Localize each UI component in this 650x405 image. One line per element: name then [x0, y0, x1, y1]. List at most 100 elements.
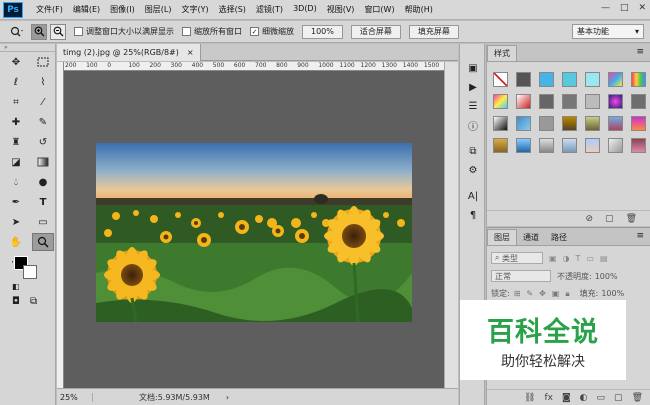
adjustment-icon[interactable]: ◐ — [580, 393, 588, 403]
background-color-swatch[interactable] — [23, 265, 37, 279]
properties-panel-icon[interactable]: ☰ — [464, 98, 482, 114]
style-swatch[interactable] — [631, 138, 646, 153]
menu-window[interactable]: 窗口(W) — [359, 4, 399, 15]
style-swatch[interactable] — [608, 94, 623, 109]
zoom-in-icon[interactable] — [31, 23, 47, 40]
layer-filter-icons[interactable]: ▣◑T▭▤ — [549, 254, 614, 263]
style-swatch[interactable] — [516, 116, 531, 131]
menu-3d[interactable]: 3D(D) — [288, 4, 322, 15]
vertical-scrollbar[interactable] — [444, 62, 458, 388]
menu-help[interactable]: 帮助(H) — [400, 4, 438, 15]
link-layers-icon[interactable]: ⛓ — [524, 393, 535, 403]
new-style-icon[interactable]: ▢ — [605, 214, 614, 224]
crop-tool-icon[interactable]: ⌗ — [5, 93, 27, 111]
lock-icons[interactable]: ⊞✎✥▣🔒︎ — [514, 289, 576, 299]
style-swatch[interactable] — [493, 138, 508, 153]
gradient-tool-icon[interactable] — [32, 153, 54, 171]
checkbox-box[interactable] — [74, 27, 83, 36]
clone-stamp-tool-icon[interactable]: ♜ — [5, 133, 27, 151]
quick-select-tool-icon[interactable]: ⌇ — [32, 73, 54, 91]
zoom-level[interactable]: 25% — [57, 392, 93, 402]
style-swatch[interactable] — [539, 94, 554, 109]
toolbar-grip-icon[interactable]: » — [0, 44, 55, 52]
history-brush-tool-icon[interactable]: ↺ — [32, 133, 54, 151]
menu-view[interactable]: 视图(V) — [322, 4, 360, 15]
style-swatch[interactable] — [608, 72, 623, 87]
dodge-tool-icon[interactable]: ● — [32, 173, 54, 191]
type-tool-icon[interactable]: T — [32, 193, 54, 211]
style-swatch[interactable] — [539, 138, 554, 153]
healing-brush-tool-icon[interactable]: ✚ — [5, 113, 27, 131]
menu-image[interactable]: 图像(I) — [105, 4, 140, 15]
menu-filter[interactable]: 滤镜(T) — [251, 4, 288, 15]
marquee-tool-icon[interactable] — [32, 53, 54, 71]
paths-panel-icon[interactable]: ⚙ — [464, 162, 482, 178]
resize-windows-checkbox[interactable]: 调整窗口大小以满屏显示 — [74, 26, 174, 37]
info-panel-icon[interactable]: ⓘ — [464, 117, 482, 133]
close-button[interactable]: ✕ — [638, 3, 646, 13]
close-tab-icon[interactable]: × — [187, 48, 194, 57]
style-swatch[interactable] — [631, 94, 646, 109]
style-swatch[interactable] — [516, 138, 531, 153]
history-panel-icon[interactable]: ▣ — [464, 60, 482, 76]
maximize-button[interactable]: □ — [620, 3, 629, 13]
blend-mode-select[interactable]: 正常 — [491, 270, 551, 282]
opacity-value[interactable]: 100% — [595, 272, 618, 281]
menu-select[interactable]: 选择(S) — [214, 4, 251, 15]
panel-menu-icon[interactable]: ≡ — [636, 47, 644, 57]
style-swatch[interactable] — [562, 116, 577, 131]
fx-icon[interactable]: fx — [544, 393, 553, 403]
character-panel-icon[interactable]: A| — [464, 188, 482, 204]
zoom-100-button[interactable]: 100% — [302, 24, 343, 39]
tab-styles[interactable]: 样式 — [487, 45, 517, 61]
brush-tool-icon[interactable]: ✎ — [32, 113, 54, 131]
style-swatch[interactable] — [631, 72, 646, 87]
clear-style-icon[interactable]: ⊘ — [586, 214, 594, 224]
paragraph-panel-icon[interactable]: ¶ — [464, 207, 482, 223]
screen-mode-icon[interactable]: ⧉ — [30, 296, 37, 307]
style-swatch[interactable] — [493, 116, 508, 131]
clone-source-panel-icon[interactable]: ⧉ — [464, 143, 482, 159]
blur-tool-icon[interactable]: 💧︎ — [5, 173, 27, 191]
new-layer-icon[interactable]: ▢ — [614, 393, 623, 403]
tab-channels[interactable]: 通道 — [517, 229, 545, 245]
delete-layer-icon[interactable]: 🗑︎ — [632, 393, 643, 403]
zoom-out-icon[interactable] — [50, 23, 66, 40]
eraser-tool-icon[interactable]: ◪ — [5, 153, 27, 171]
checkbox-checked[interactable]: ✓ — [250, 27, 259, 36]
zoom-tool-preset-icon[interactable] — [6, 24, 28, 40]
fit-screen-button[interactable]: 适合屏幕 — [350, 24, 401, 39]
pen-tool-icon[interactable]: ✒ — [5, 193, 27, 211]
status-menu-arrow[interactable]: › — [226, 393, 229, 402]
style-swatch[interactable] — [562, 72, 577, 87]
style-swatch[interactable] — [516, 72, 531, 87]
style-swatch[interactable] — [585, 116, 600, 131]
group-icon[interactable]: ▭ — [597, 393, 606, 403]
quick-mask-icon[interactable]: ◘ — [12, 296, 20, 307]
style-swatch[interactable] — [539, 72, 554, 87]
style-swatch[interactable] — [585, 138, 600, 153]
move-tool-icon[interactable]: ✥ — [5, 53, 27, 71]
style-swatch[interactable] — [493, 94, 508, 109]
style-swatch[interactable] — [631, 116, 646, 131]
style-swatch[interactable] — [585, 72, 600, 87]
zoom-tool-icon[interactable] — [32, 233, 54, 251]
fill-value[interactable]: 100% — [601, 289, 624, 298]
style-swatch[interactable] — [585, 94, 600, 109]
fill-screen-button[interactable]: 填充屏幕 — [408, 24, 459, 39]
rectangle-tool-icon[interactable]: ▭ — [32, 213, 54, 231]
minimize-button[interactable]: — — [601, 3, 610, 13]
scrubby-zoom-checkbox[interactable]: ✓ 细微缩放 — [250, 26, 294, 37]
workspace-select[interactable]: 基本功能 ▾ — [572, 24, 644, 39]
hand-tool-icon[interactable]: ✋ — [5, 233, 27, 251]
delete-style-icon[interactable]: 🗑︎ — [626, 214, 637, 224]
menu-file[interactable]: 文件(F) — [31, 4, 68, 15]
tab-layers[interactable]: 图层 — [487, 229, 517, 245]
style-swatch[interactable] — [539, 116, 554, 131]
eyedropper-tool-icon[interactable]: ⁄ — [32, 93, 54, 111]
style-swatch[interactable] — [608, 116, 623, 131]
menu-type[interactable]: 文字(Y) — [176, 4, 213, 15]
path-selection-tool-icon[interactable]: ➤ — [5, 213, 27, 231]
zoom-all-windows-checkbox[interactable]: 缩放所有窗口 — [182, 26, 242, 37]
panel-menu-icon[interactable]: ≡ — [636, 231, 644, 241]
